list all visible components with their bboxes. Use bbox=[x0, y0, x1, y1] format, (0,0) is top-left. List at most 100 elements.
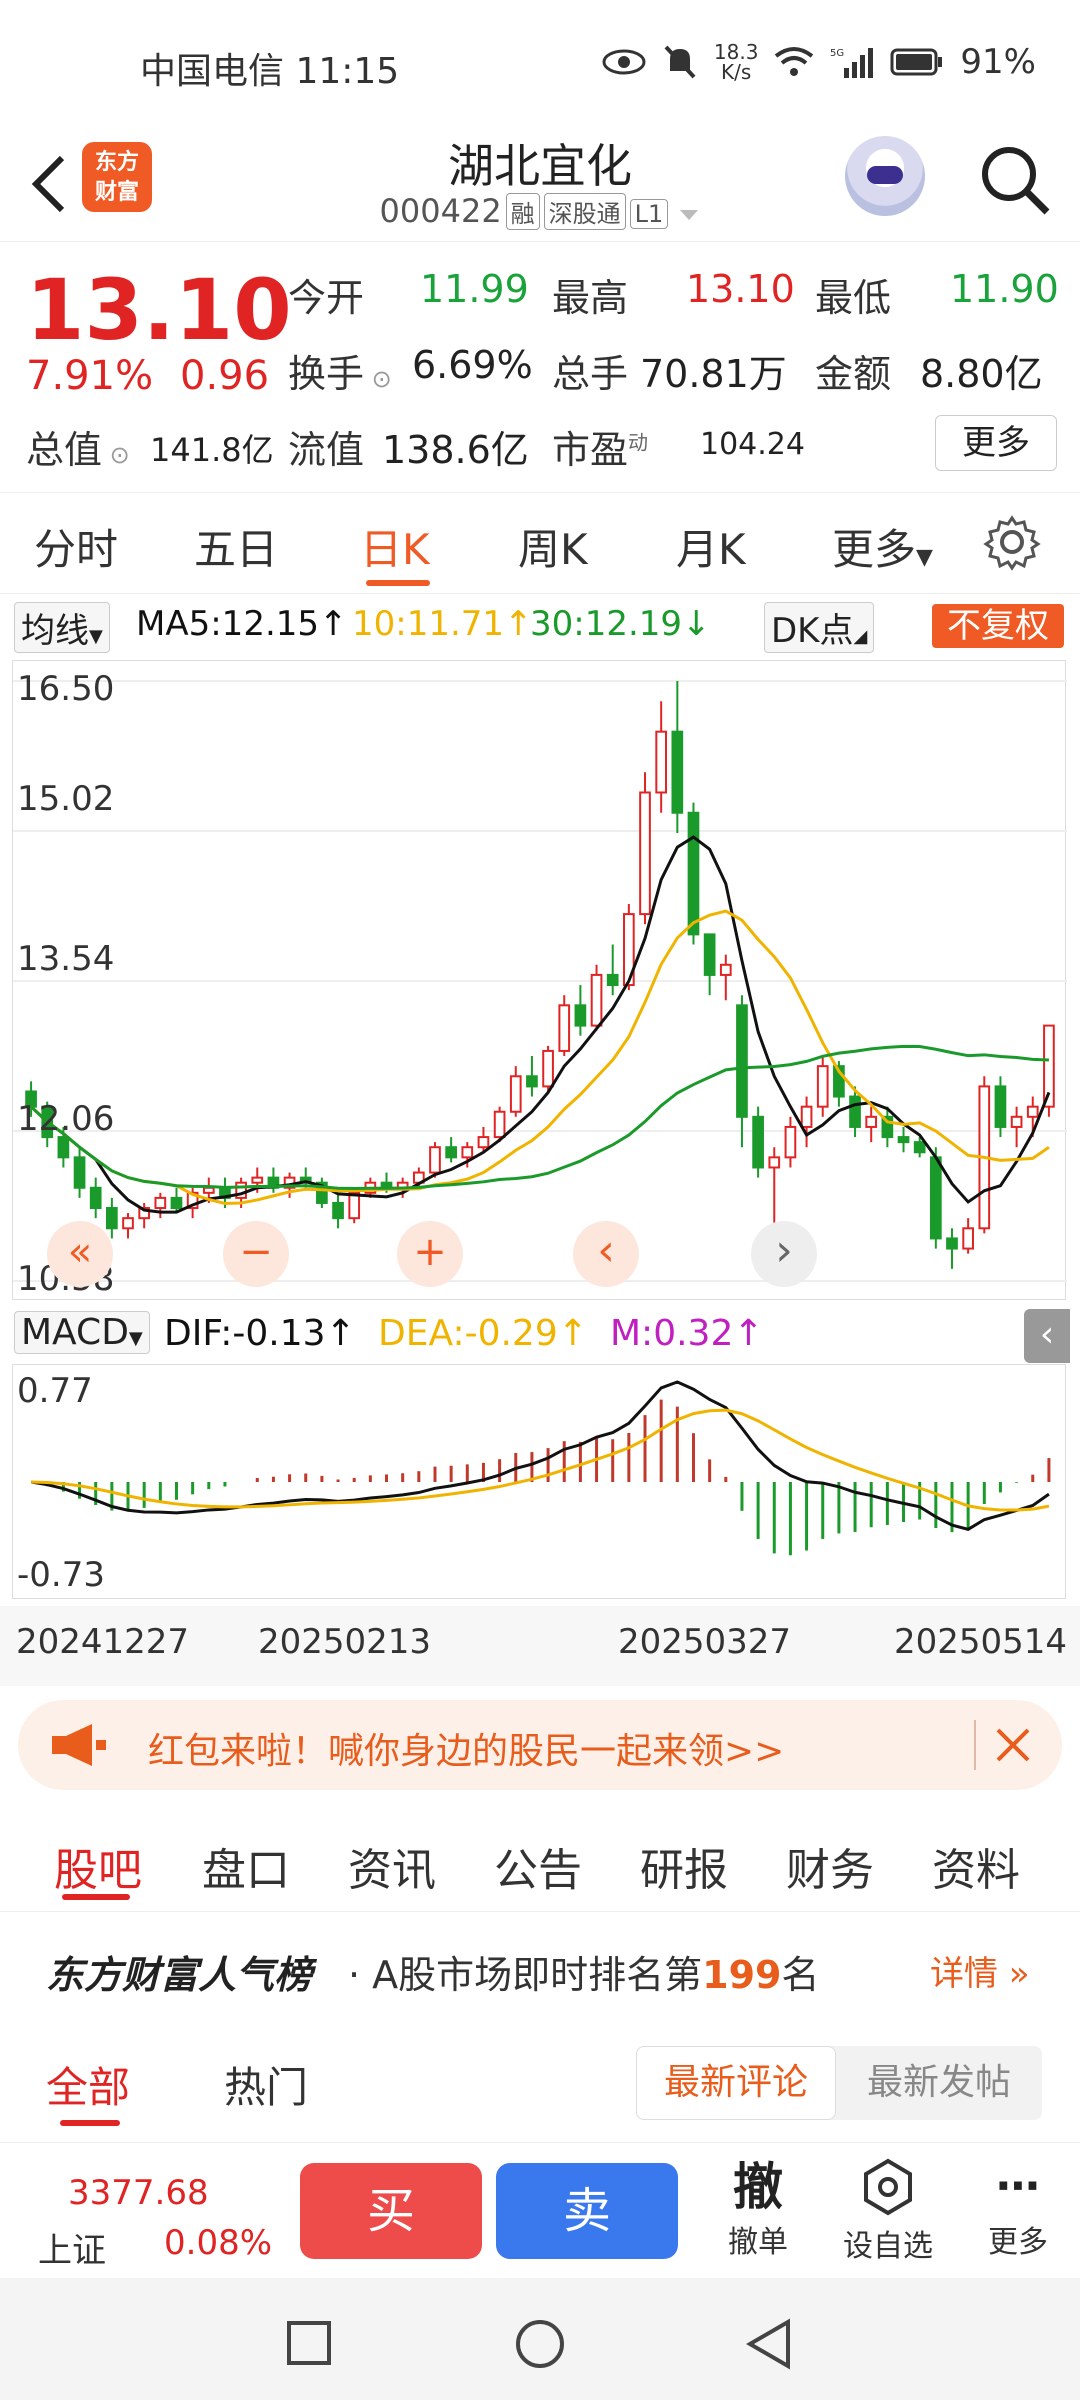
m-value: M:0.32↑ bbox=[610, 1313, 764, 1354]
candle-body bbox=[946, 1237, 958, 1250]
index-name[interactable]: 上证 bbox=[38, 2223, 106, 2272]
high-value: 13.10 bbox=[686, 267, 795, 311]
chart-zoom-out-far-button[interactable]: « bbox=[47, 1221, 113, 1287]
candle-body bbox=[719, 963, 732, 976]
gear-icon[interactable] bbox=[982, 512, 1042, 572]
popularity-rank-row[interactable]: 东方财富人气榜 · A股市场即时排名第199名 详情 » bbox=[0, 1912, 1080, 2022]
tab-announcements[interactable]: 公告 bbox=[494, 1834, 582, 1898]
buy-button[interactable]: 买 bbox=[300, 2163, 482, 2259]
sort-latest-post[interactable]: 最新发帖 bbox=[836, 2046, 1042, 2120]
chart-pan-left-button[interactable]: ‹ bbox=[573, 1221, 639, 1287]
status-carrier-time: 中国电信 11:15 bbox=[140, 51, 400, 92]
tab-five-day[interactable]: 五日 bbox=[194, 516, 278, 577]
y-tick-1: 15.02 bbox=[17, 779, 115, 819]
chart-zoom-in-button[interactable]: + bbox=[397, 1221, 463, 1287]
tab-daily-k[interactable]: 日K bbox=[360, 516, 430, 577]
battery-icon bbox=[890, 48, 943, 76]
candle-body bbox=[122, 1217, 134, 1230]
macd-chart[interactable]: 0.77 -0.73 bbox=[12, 1364, 1066, 1599]
candle-body bbox=[897, 1136, 910, 1144]
volume-label: 总手 bbox=[552, 352, 629, 396]
chart-zoom-out-button[interactable]: − bbox=[223, 1221, 289, 1287]
candle-body bbox=[816, 1065, 829, 1108]
tab-research[interactable]: 研报 bbox=[640, 1834, 728, 1898]
macd-y-bottom: -0.73 bbox=[17, 1555, 105, 1595]
collapse-panel-button[interactable]: ‹ bbox=[1024, 1309, 1070, 1363]
candle-body bbox=[752, 1115, 764, 1169]
candle-body bbox=[429, 1146, 441, 1174]
candle-body bbox=[703, 933, 716, 976]
quote-more-button[interactable]: 更多 bbox=[935, 415, 1057, 471]
rank-number: 199 bbox=[702, 1953, 782, 1997]
home-icon[interactable] bbox=[514, 2318, 566, 2370]
more-actions-button[interactable]: ⋯ 更多 bbox=[976, 2157, 1060, 2261]
macd-selector[interactable]: MACD▼ bbox=[14, 1311, 150, 1354]
tab-news[interactable]: 资讯 bbox=[348, 1834, 436, 1898]
rank-brand: 东方财富人气榜 bbox=[46, 1953, 313, 1997]
candle-body bbox=[768, 1156, 781, 1169]
tab-forum[interactable]: 股吧 bbox=[54, 1834, 142, 1898]
indicator-selector[interactable]: 均线▼ bbox=[14, 602, 110, 653]
dk-point-toggle[interactable]: DK点◢ bbox=[764, 602, 875, 653]
volume-value: 70.81万 bbox=[640, 352, 787, 396]
cancel-order-button[interactable]: 撤 撤单 bbox=[716, 2157, 800, 2261]
ma5-value: MA5:12.15↑ bbox=[136, 604, 348, 644]
tab-monthly-k[interactable]: 月K bbox=[676, 516, 746, 577]
candle-body bbox=[493, 1110, 506, 1139]
back-nav-icon[interactable] bbox=[744, 2318, 792, 2370]
filter-all[interactable]: 全部 bbox=[46, 2054, 130, 2115]
signal-icon: 5G bbox=[830, 48, 874, 78]
macd-y-top: 0.77 bbox=[17, 1371, 93, 1411]
high-label: 最高 bbox=[552, 276, 629, 320]
tab-weekly-k[interactable]: 周K bbox=[518, 516, 588, 577]
rank-text: · A股市场即时排名第199名 bbox=[348, 1953, 820, 1997]
close-icon[interactable] bbox=[994, 1726, 1032, 1764]
status-time: 11:15 bbox=[295, 51, 400, 92]
rank-detail-link[interactable]: 详情 » bbox=[930, 1946, 1030, 1995]
robot-avatar[interactable] bbox=[845, 136, 925, 216]
tab-profile[interactable]: 资料 bbox=[932, 1834, 1020, 1898]
candle-body bbox=[526, 1075, 538, 1088]
stock-code: 000422 bbox=[379, 192, 502, 230]
candle-body bbox=[994, 1085, 1007, 1128]
x-tick-2: 20250327 bbox=[618, 1622, 792, 1662]
low-value: 11.90 bbox=[950, 267, 1059, 311]
candle-body bbox=[736, 1004, 748, 1118]
ma5-line bbox=[30, 835, 1051, 1214]
search-icon[interactable] bbox=[975, 140, 1055, 220]
candle-body bbox=[202, 1186, 215, 1194]
adjust-mode-button[interactable]: 不复权 bbox=[932, 604, 1064, 648]
promo-banner[interactable]: 红包来啦！喊你身边的股民一起来领>> bbox=[18, 1700, 1062, 1790]
float-label: 流值 bbox=[288, 428, 365, 472]
candle-body bbox=[962, 1227, 974, 1250]
tab-intraday[interactable]: 分时 bbox=[34, 516, 118, 577]
filter-hot[interactable]: 热门 bbox=[224, 2054, 308, 2115]
add-watchlist-button[interactable]: 设自选 bbox=[836, 2157, 940, 2265]
kline-chart[interactable]: 16.50 15.02 13.54 12.06 10.58 « − + ‹ › bbox=[12, 660, 1067, 1300]
net-speed: 18.3 K/s bbox=[713, 40, 759, 84]
chart-pan-right-button[interactable]: › bbox=[751, 1221, 817, 1287]
candle-body bbox=[106, 1207, 118, 1230]
recents-icon[interactable] bbox=[286, 2320, 332, 2366]
megaphone-icon bbox=[52, 1724, 106, 1766]
date-axis: 20241227 20250213 20250327 20250514 bbox=[0, 1606, 1080, 1686]
tab-more-periods[interactable]: 更多▼ bbox=[832, 516, 933, 577]
index-change[interactable]: 0.08% bbox=[164, 2223, 272, 2263]
mktcap-label: 总值 ⊙ bbox=[26, 428, 130, 472]
tab-financials[interactable]: 财务 bbox=[786, 1834, 874, 1898]
candle-body bbox=[73, 1156, 86, 1189]
candle-body bbox=[57, 1136, 70, 1159]
index-value[interactable]: 3377.68 bbox=[68, 2173, 209, 2213]
candle-body bbox=[655, 730, 668, 794]
dropdown-icon[interactable] bbox=[678, 208, 700, 222]
candle-body bbox=[170, 1196, 183, 1210]
sell-button[interactable]: 卖 bbox=[496, 2163, 678, 2259]
amount-value: 8.80亿 bbox=[920, 352, 1043, 396]
y-tick-2: 13.54 bbox=[17, 939, 115, 979]
pe-label: 市盈动 bbox=[552, 428, 649, 472]
tag-connect: 深股通 bbox=[543, 193, 626, 230]
change-percent: 7.91% bbox=[26, 353, 154, 399]
sort-latest-comment[interactable]: 最新评论 bbox=[636, 2046, 836, 2120]
tab-order-book[interactable]: 盘口 bbox=[202, 1834, 290, 1898]
post-filter-tabs: 全部 热门 最新评论 最新发帖 bbox=[0, 2022, 1080, 2142]
